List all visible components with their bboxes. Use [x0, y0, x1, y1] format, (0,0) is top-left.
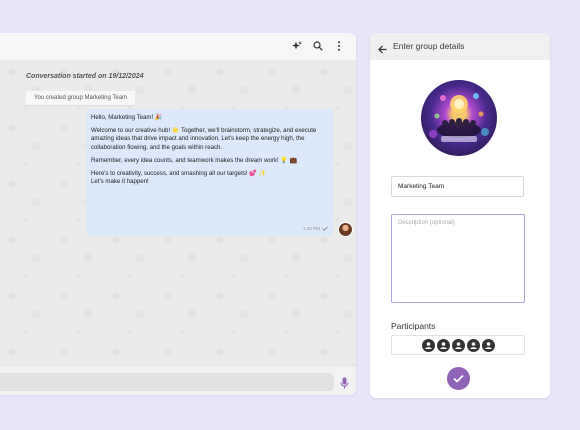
message-paragraph: Here's to creativity, success, and smash…: [91, 169, 267, 186]
group-details-title: Enter group details: [393, 41, 465, 51]
message-paragraph: Welcome to our creative hub! 🌟 Together,…: [91, 127, 317, 151]
check-icon: [453, 374, 464, 383]
chat-panel: Conversation started on 19/12/2024 You c…: [0, 33, 356, 395]
message-composer: [0, 365, 356, 395]
sparkles-icon[interactable]: [290, 39, 304, 53]
message-timestamp: 1:44 PM: [303, 225, 328, 233]
message-paragraph: Hello, Marketing Team! 🎉: [91, 114, 163, 121]
message-bubble[interactable]: Hello, Marketing Team! 🎉 Welcome to our …: [86, 109, 333, 236]
more-vertical-icon[interactable]: [332, 39, 346, 53]
confirm-button[interactable]: [447, 367, 470, 390]
participant-avatar-icon[interactable]: [451, 338, 465, 352]
participant-avatar-icon[interactable]: [436, 338, 450, 352]
message-input[interactable]: [0, 373, 334, 391]
check-icon: [322, 226, 328, 232]
sender-avatar[interactable]: [338, 222, 353, 237]
participant-avatar-icon[interactable]: [481, 338, 495, 352]
microphone-icon[interactable]: [340, 376, 349, 394]
search-icon[interactable]: [311, 39, 325, 53]
group-details-header: Enter group details: [370, 33, 550, 60]
participants-label: Participants: [391, 321, 436, 331]
message-time: 1:44 PM: [302, 225, 320, 231]
participant-avatar-icon[interactable]: [421, 338, 435, 352]
chat-header-actions: [290, 39, 346, 53]
group-details-panel: Enter group details Participants: [370, 33, 550, 398]
conversation-start-label: Conversation started on 19/12/2024: [26, 73, 144, 80]
arrow-left-icon[interactable]: [378, 41, 387, 59]
group-description-input[interactable]: [391, 214, 525, 303]
participants-list: [391, 335, 525, 355]
group-image[interactable]: [421, 80, 497, 156]
message-paragraph: Remember, every idea counts, and teamwor…: [91, 156, 298, 164]
participant-avatar-icon[interactable]: [466, 338, 480, 352]
system-message: You created group Marketing Team: [26, 91, 136, 105]
chat-messages: Conversation started on 19/12/2024 You c…: [0, 60, 356, 365]
chat-header: [0, 33, 356, 61]
group-name-input[interactable]: [391, 176, 524, 197]
group-image-artwork: [429, 93, 489, 142]
